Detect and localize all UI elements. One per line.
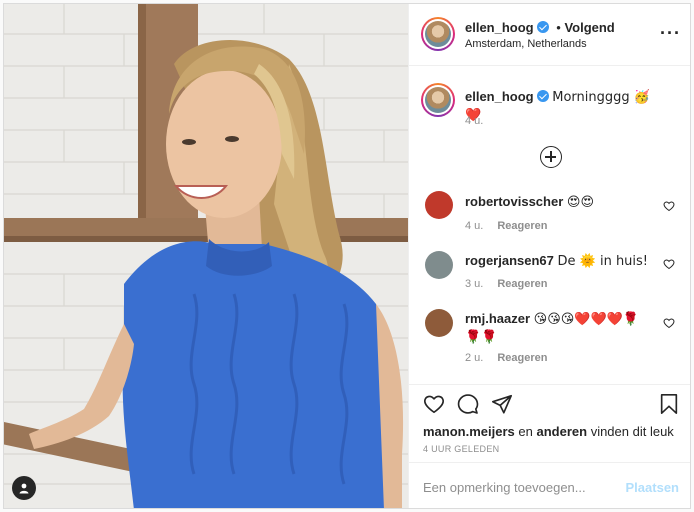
more-options-icon[interactable]: ··· [660, 24, 681, 42]
post-timestamp: 4 UUR GELEDEN [423, 444, 500, 454]
likes-suffix: vinden dit leuk [590, 424, 674, 439]
comment-username[interactable]: robertovisscher [465, 194, 563, 209]
like-comment-heart-icon[interactable] [663, 200, 675, 212]
follow-separator: • [556, 20, 561, 35]
caption-username[interactable]: ellen_hoog [465, 89, 534, 104]
likes-joiner: en [518, 424, 533, 439]
like-comment-heart-icon[interactable] [663, 258, 675, 270]
author-line: ellen_hoog • Volgend [465, 20, 615, 35]
instagram-post: ellen_hoog • Volgend Amsterdam, Netherla… [3, 3, 691, 509]
post-image [4, 4, 408, 508]
post-actions: manon.meijers en anderen vinden dit leuk… [409, 384, 690, 462]
like-comment-heart-icon[interactable] [663, 317, 675, 329]
comment-avatar[interactable] [425, 251, 453, 279]
verified-badge-icon [536, 90, 549, 102]
comment-meta: 2 u. Reageren [465, 352, 548, 364]
caption: ellen_hoog Morningggg 🥳❤️ [465, 88, 665, 124]
comment-time: 3 u. [465, 278, 484, 290]
comment-text: De 🌞 in huis! [557, 254, 649, 269]
post-location[interactable]: Amsterdam, Netherlands [465, 38, 587, 50]
comment-avatar[interactable] [425, 191, 453, 219]
comment-item: robertovisscher 😍😍 [465, 193, 665, 211]
user-tag-icon[interactable] [12, 476, 36, 500]
comment-meta: 3 u. Reageren [465, 278, 548, 290]
comment-text: 😍😍 [566, 195, 594, 210]
reply-button[interactable]: Reageren [497, 220, 547, 232]
reply-button[interactable]: Reageren [497, 352, 547, 364]
reply-button[interactable]: Reageren [497, 278, 547, 290]
following-button[interactable]: Volgend [564, 20, 614, 35]
comment-avatar[interactable] [425, 309, 453, 337]
author-username[interactable]: ellen_hoog [465, 20, 534, 35]
comment-meta: 4 u. Reageren [465, 220, 548, 232]
post-photo[interactable] [4, 4, 408, 508]
comment-item: rogerjansen67 De 🌞 in huis! [465, 252, 665, 270]
comment-time: 2 u. [465, 352, 484, 364]
verified-badge-icon [536, 21, 549, 33]
comment-composer: Plaatsen [409, 462, 690, 508]
caption-time: 4 u. [465, 115, 484, 127]
add-comment-input[interactable] [423, 477, 618, 497]
comment-username[interactable]: rmj.haazer [465, 311, 530, 326]
save-bookmark-icon[interactable] [659, 393, 679, 415]
comments-section: ellen_hoog Morningggg 🥳❤️ 4 u. robertovi… [409, 66, 690, 384]
comment-item: rmj.haazer 😘😘😘❤️❤️❤️🌹🌹🌹 [465, 310, 645, 346]
comment-bubble-icon[interactable] [457, 393, 479, 415]
likes-others-link[interactable]: anderen [536, 424, 587, 439]
post-header: ellen_hoog • Volgend Amsterdam, Netherla… [409, 4, 690, 66]
caption-avatar[interactable] [421, 83, 455, 117]
share-paper-plane-icon[interactable] [491, 393, 513, 415]
comment-username[interactable]: rogerjansen67 [465, 253, 554, 268]
like-heart-icon[interactable] [423, 393, 445, 415]
comment-time: 4 u. [465, 220, 484, 232]
post-side-panel: ellen_hoog • Volgend Amsterdam, Netherla… [408, 4, 690, 508]
author-avatar[interactable] [421, 17, 455, 51]
liker-username[interactable]: manon.meijers [423, 424, 515, 439]
post-comment-button[interactable]: Plaatsen [626, 480, 679, 495]
load-more-comments-icon[interactable] [540, 146, 562, 168]
likes-summary: manon.meijers en anderen vinden dit leuk [423, 424, 674, 439]
